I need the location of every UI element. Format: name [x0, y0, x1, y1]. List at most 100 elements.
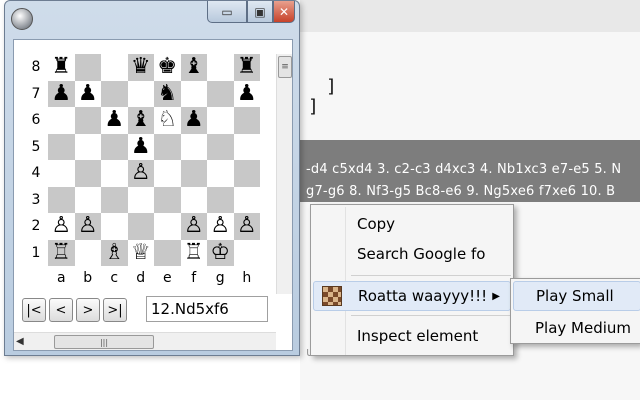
board-square-g7[interactable]: [207, 80, 234, 107]
board-square-h7[interactable]: ♟: [233, 80, 260, 107]
board-square-h8[interactable]: ♜: [233, 54, 260, 81]
rank-label: 1: [24, 239, 48, 266]
board-grid: 8 ♜ ♛ ♚ ♝ ♜ 7 ♟ ♟ ♞ ♟ 6 ♟ ♝ ♘ ♟ 5 ♟ 4 ♙ 3 2 ♙ ♙ ♙ ♙ ♙ 1 ♖ ♗ ♕ ♖ ♔ a b c d e f g…: [24, 54, 260, 290]
current-move-field[interactable]: 12.Nd5xf6: [146, 296, 268, 322]
chess-board: 8 ♜ ♛ ♚ ♝ ♜ 7 ♟ ♟ ♞ ♟ 6 ♟ ♝ ♘ ♟ 5 ♟ 4 ♙ 3 2 ♙ ♙ ♙ ♙ ♙ 1 ♖ ♗ ♕ ♖ ♔ a b c d e f g…: [24, 54, 260, 290]
board-square-h6[interactable]: [233, 107, 260, 134]
board-square-f3[interactable]: [180, 186, 207, 213]
maximize-button[interactable]: ▣: [247, 1, 273, 23]
board-square-c8[interactable]: [101, 54, 128, 81]
menu-item-inspect-element[interactable]: Inspect element: [311, 321, 513, 351]
board-square-a1[interactable]: ♖: [48, 239, 75, 266]
scroll-thumb[interactable]: |||: [54, 335, 154, 349]
board-square-g5[interactable]: [207, 133, 234, 160]
file-label: a: [48, 266, 75, 290]
board-square-a3[interactable]: [48, 186, 75, 213]
menu-item-roatta[interactable]: Roatta waayyy!!! ▶: [313, 281, 511, 311]
board-square-b4[interactable]: [74, 160, 101, 187]
menu-separator: [351, 315, 511, 316]
file-label: b: [74, 266, 101, 290]
board-square-b8[interactable]: [74, 54, 101, 81]
menu-item-play-small[interactable]: Play Small: [513, 281, 640, 311]
board-square-e7[interactable]: ♞: [154, 80, 181, 107]
board-square-g8[interactable]: [207, 54, 234, 81]
board-square-c6[interactable]: ♟: [101, 107, 128, 134]
board-square-c5[interactable]: [101, 133, 128, 160]
board-square-h5[interactable]: [233, 133, 260, 160]
rank-label: 7: [24, 80, 48, 107]
board-square-c7[interactable]: [101, 80, 128, 107]
horizontal-scrollbar[interactable]: ◀ |||: [14, 332, 276, 350]
board-square-f2[interactable]: ♙: [180, 213, 207, 240]
board-square-e4[interactable]: [154, 160, 181, 187]
board-square-h3[interactable]: [233, 186, 260, 213]
board-square-d4[interactable]: ♙: [127, 160, 154, 187]
scroll-left-icon[interactable]: ◀: [16, 336, 24, 347]
rank-label: 8: [24, 54, 48, 81]
board-square-g2[interactable]: ♙: [207, 213, 234, 240]
pgn-move-line[interactable]: -d4 c5xd4 3. c2-c3 d4xc3 4. Nb1xc3 e7-e5…: [306, 162, 621, 177]
board-square-h4[interactable]: [233, 160, 260, 187]
board-square-g3[interactable]: [207, 186, 234, 213]
board-square-d2[interactable]: [127, 213, 154, 240]
chess-viewer-window: ▭ ▣ ✕ 8 ♜ ♛ ♚ ♝ ♜ 7 ♟ ♟ ♞ ♟ 6 ♟ ♝ ♘ ♟ 5 ♟ 4 ♙ 3 2 ♙ ♙ ♙ ♙ ♙ 1 ♖ ♗ ♕ ♖ ♔ a…: [4, 0, 300, 356]
rank-label: 4: [24, 160, 48, 187]
board-square-a5[interactable]: [48, 133, 75, 160]
vertical-scrollbar[interactable]: ≡: [276, 54, 292, 294]
board-square-d1[interactable]: ♕: [127, 239, 154, 266]
board-square-d6[interactable]: ♝: [127, 107, 154, 134]
board-square-d7[interactable]: [127, 80, 154, 107]
board-square-e8[interactable]: ♚: [154, 54, 181, 81]
board-square-f6[interactable]: ♟: [180, 107, 207, 134]
board-square-c1[interactable]: ♗: [101, 239, 128, 266]
board-square-f5[interactable]: [180, 133, 207, 160]
menu-item-play-medium[interactable]: Play Medium: [511, 313, 640, 343]
board-square-c3[interactable]: [101, 186, 128, 213]
pgn-move-line[interactable]: g7-g6 8. Nf3-g5 Bc8-e6 9. Ng5xe6 f7xe6 1…: [306, 184, 615, 199]
previous-move-button[interactable]: <: [49, 298, 73, 322]
board-square-b3[interactable]: [74, 186, 101, 213]
board-square-a2[interactable]: ♙: [48, 213, 75, 240]
board-square-a8[interactable]: ♜: [48, 54, 75, 81]
board-square-e5[interactable]: [154, 133, 181, 160]
board-square-b5[interactable]: [74, 133, 101, 160]
scroll-thumb[interactable]: ≡: [278, 56, 292, 78]
board-square-a7[interactable]: ♟: [48, 80, 75, 107]
board-square-d8[interactable]: ♛: [127, 54, 154, 81]
board-square-b7[interactable]: ♟: [74, 80, 101, 107]
board-square-c4[interactable]: [101, 160, 128, 187]
board-square-a6[interactable]: [48, 107, 75, 134]
board-square-e3[interactable]: [154, 186, 181, 213]
board-square-b1[interactable]: [74, 239, 101, 266]
menu-separator: [351, 275, 511, 276]
board-square-d3[interactable]: [127, 186, 154, 213]
board-square-e6[interactable]: ♘: [154, 107, 181, 134]
board-square-f7[interactable]: [180, 80, 207, 107]
board-square-g4[interactable]: [207, 160, 234, 187]
board-square-a4[interactable]: [48, 160, 75, 187]
board-square-e2[interactable]: [154, 213, 181, 240]
board-square-c2[interactable]: [101, 213, 128, 240]
minimize-button[interactable]: ▭: [207, 1, 247, 23]
window-content: 8 ♜ ♛ ♚ ♝ ♜ 7 ♟ ♟ ♞ ♟ 6 ♟ ♝ ♘ ♟ 5 ♟ 4 ♙ 3 2 ♙ ♙ ♙ ♙ ♙ 1 ♖ ♗ ♕ ♖ ♔ a b c d e f g…: [13, 39, 293, 351]
submenu-arrow-icon: ▶: [492, 290, 500, 302]
board-square-b6[interactable]: [74, 107, 101, 134]
close-button[interactable]: ✕: [273, 1, 295, 23]
board-square-d5[interactable]: ♟: [127, 133, 154, 160]
first-move-button[interactable]: |<: [22, 298, 46, 322]
next-move-button[interactable]: >: [76, 298, 100, 322]
board-square-f1[interactable]: ♖: [180, 239, 207, 266]
board-square-b2[interactable]: ♙: [74, 213, 101, 240]
file-label: f: [180, 266, 207, 290]
board-square-g1[interactable]: ♔: [207, 239, 234, 266]
menu-item-search-google[interactable]: Search Google fo: [311, 239, 513, 269]
rank-label: 2: [24, 213, 48, 240]
board-square-e1[interactable]: [154, 239, 181, 266]
board-square-h2[interactable]: ♙: [233, 213, 260, 240]
last-move-button[interactable]: >|: [103, 298, 127, 322]
menu-item-copy[interactable]: Copy: [311, 209, 513, 239]
board-square-h1[interactable]: [233, 239, 260, 266]
board-square-g6[interactable]: [207, 107, 234, 134]
board-square-f4[interactable]: [180, 160, 207, 187]
board-square-f8[interactable]: ♝: [180, 54, 207, 81]
